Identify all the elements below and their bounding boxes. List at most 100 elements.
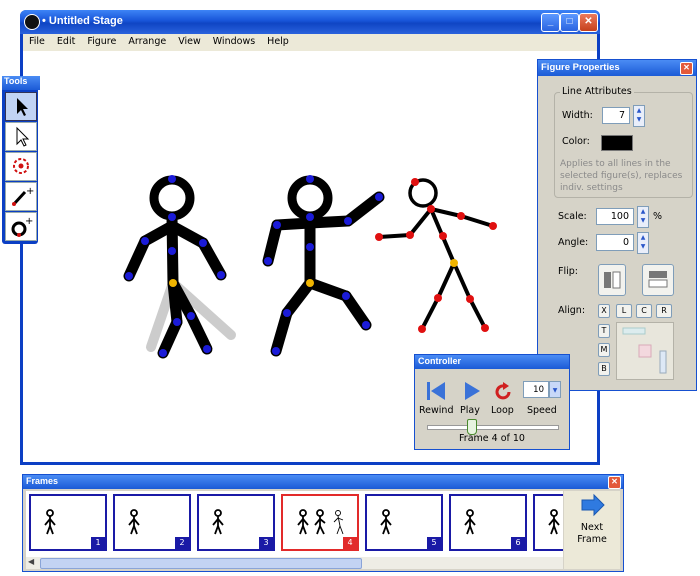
svg-text:+: + bbox=[26, 186, 34, 197]
frame-number: 4 bbox=[343, 537, 357, 549]
arrow-tool-button[interactable] bbox=[5, 92, 37, 121]
frames-title: Frames bbox=[26, 476, 59, 486]
align-middle-button[interactable]: M bbox=[598, 343, 610, 357]
menu-bar: File Edit Figure Arrange View Windows Help bbox=[23, 34, 597, 51]
menu-edit[interactable]: Edit bbox=[51, 34, 81, 47]
play-button[interactable] bbox=[462, 381, 482, 401]
menu-arrange[interactable]: Arrange bbox=[122, 34, 172, 47]
flip-horizontal-icon bbox=[604, 271, 621, 289]
joint-target-icon bbox=[13, 158, 29, 174]
play-icon bbox=[465, 382, 480, 400]
direct-select-tool-button[interactable] bbox=[5, 122, 37, 151]
frame-thumbnail[interactable]: 3 bbox=[197, 494, 275, 551]
add-circle-tool-button[interactable]: + bbox=[5, 212, 37, 241]
speed-dropdown-icon[interactable]: ▼ bbox=[549, 381, 561, 398]
frame-number: 3 bbox=[259, 537, 273, 549]
align-left-button[interactable]: L bbox=[616, 304, 632, 318]
menu-view[interactable]: View bbox=[172, 34, 207, 47]
menu-windows[interactable]: Windows bbox=[207, 34, 261, 47]
tools-panel: Tools + + bbox=[2, 76, 40, 244]
frame-number: 5 bbox=[427, 537, 441, 549]
frame-thumbnail-current[interactable]: 4 bbox=[281, 494, 359, 551]
svg-text:+: + bbox=[25, 216, 33, 227]
align-center-button[interactable]: C bbox=[636, 304, 652, 318]
line-attributes-label: Line Attributes bbox=[560, 86, 634, 97]
menu-figure[interactable]: Figure bbox=[81, 34, 122, 47]
flip-vertical-button[interactable] bbox=[642, 264, 674, 296]
angle-label: Angle: bbox=[558, 237, 589, 248]
align-right-button[interactable]: R bbox=[656, 304, 672, 318]
frames-scrollbar[interactable]: ◀ bbox=[26, 557, 563, 569]
frame-status: Frame 4 of 10 bbox=[459, 433, 525, 444]
frame-number: 2 bbox=[175, 537, 189, 549]
frame-number: 6 bbox=[511, 537, 525, 549]
frame-number: 1 bbox=[91, 537, 105, 549]
angle-input[interactable]: 0 bbox=[596, 234, 634, 251]
loop-icon bbox=[495, 382, 511, 400]
rewind-button[interactable] bbox=[425, 381, 447, 401]
add-line-tool-button[interactable]: + bbox=[5, 182, 37, 211]
joint-tool-button[interactable] bbox=[5, 152, 37, 181]
play-label: Play bbox=[460, 405, 480, 416]
stick-figure-2[interactable] bbox=[262, 175, 385, 357]
speed-input[interactable]: 10 bbox=[523, 381, 549, 398]
stick-figure-1[interactable] bbox=[123, 175, 236, 359]
controller-title-bar: Controller bbox=[415, 355, 569, 369]
menu-file[interactable]: File bbox=[23, 34, 51, 47]
rewind-icon bbox=[427, 382, 445, 400]
frame-thumbnail[interactable]: 1 bbox=[29, 494, 107, 551]
window-title: • Untitled Stage bbox=[42, 15, 123, 27]
angle-spinner[interactable]: ▲ ▼ bbox=[637, 232, 649, 254]
frame-thumbnail-figure-icon bbox=[548, 509, 560, 535]
controller-panel: Controller 10 ▼ Rewind Play Loop Speed F… bbox=[414, 354, 570, 450]
frame-thumbnail[interactable]: 6 bbox=[449, 494, 527, 551]
width-spinner[interactable]: ▲ ▼ bbox=[633, 105, 645, 127]
right-arrow-icon bbox=[581, 493, 605, 517]
line-attributes-note: Applies to all lines in the selected fig… bbox=[560, 159, 683, 193]
align-top-button[interactable]: T bbox=[598, 324, 610, 338]
figure-properties-title-bar: Figure Properties ✕ bbox=[538, 60, 696, 76]
minimize-button[interactable]: _ bbox=[541, 13, 560, 32]
figure-properties-title: Figure Properties bbox=[541, 62, 620, 73]
frames-panel: Frames ✕ 1 2 3 4 5 6 Next Frame ◀ bbox=[22, 474, 624, 572]
stick-figure-3[interactable] bbox=[375, 178, 497, 333]
scale-unit: % bbox=[653, 211, 663, 222]
scale-spinner[interactable]: ▲ ▼ bbox=[637, 206, 649, 228]
frames-close-icon[interactable]: ✕ bbox=[608, 476, 621, 489]
align-preview-graphic bbox=[622, 327, 667, 374]
scrollbar-thumb[interactable] bbox=[40, 558, 362, 569]
align-bottom-button[interactable]: B bbox=[598, 362, 610, 376]
scale-label: Scale: bbox=[558, 211, 587, 222]
align-x-button[interactable]: X bbox=[598, 304, 610, 318]
frame-thumbnail-partial[interactable] bbox=[533, 494, 563, 551]
loop-button[interactable] bbox=[494, 382, 514, 402]
flip-horizontal-button[interactable] bbox=[598, 264, 626, 296]
color-label: Color: bbox=[562, 136, 590, 147]
align-label: Align: bbox=[558, 305, 586, 316]
scroll-left-icon[interactable]: ◀ bbox=[28, 557, 34, 566]
menu-help[interactable]: Help bbox=[261, 34, 295, 47]
maximize-button[interactable]: □ bbox=[560, 13, 579, 32]
close-button[interactable]: ✕ bbox=[579, 13, 598, 32]
width-label: Width: bbox=[562, 110, 593, 121]
add-circle-icon: + bbox=[11, 216, 33, 237]
frame-thumbnail[interactable]: 2 bbox=[113, 494, 191, 551]
next-frame-label: Next Frame bbox=[577, 522, 607, 545]
title-bar[interactable]: • Untitled Stage _ □ ✕ bbox=[20, 10, 600, 34]
app-logo-icon bbox=[24, 14, 40, 30]
loop-label: Loop bbox=[491, 405, 514, 416]
scale-input[interactable]: 100 bbox=[596, 208, 634, 225]
frame-thumbnail[interactable]: 5 bbox=[365, 494, 443, 551]
next-frame-button[interactable]: Next Frame bbox=[564, 491, 620, 569]
flip-vertical-icon bbox=[648, 271, 668, 288]
close-icon[interactable]: ✕ bbox=[680, 62, 693, 75]
rewind-label: Rewind bbox=[419, 405, 454, 416]
add-line-icon: + bbox=[12, 186, 34, 206]
align-preview bbox=[616, 322, 674, 380]
speed-label: Speed bbox=[527, 405, 557, 416]
figure-properties-panel: Figure Properties ✕ Line Attributes Widt… bbox=[537, 59, 697, 391]
controller-title: Controller bbox=[418, 356, 462, 366]
width-input[interactable]: 7 bbox=[602, 107, 630, 124]
frame-slider-track[interactable] bbox=[427, 425, 559, 430]
color-swatch[interactable] bbox=[601, 135, 633, 151]
